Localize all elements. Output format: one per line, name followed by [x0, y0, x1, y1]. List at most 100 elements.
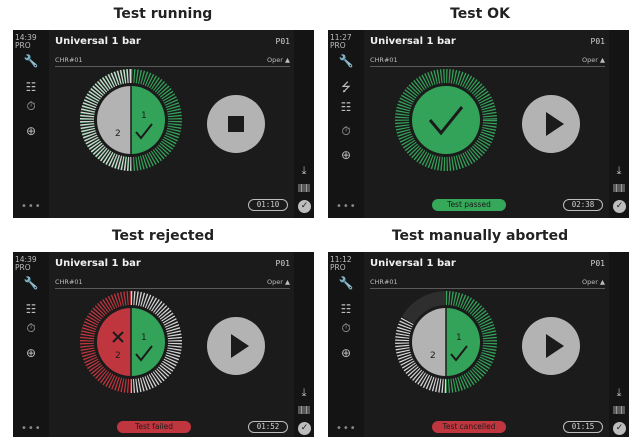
play-icon: [231, 334, 249, 358]
screen-test-rejected: 14:39 PRO 🔧 ☷ ⏱ ⊕ ••• Universal 1 bar P01…: [13, 252, 314, 437]
screen-test-running: 14:39 PRO 🔧 ☷ ⏱ ⊕ ••• Universal 1 bar P01…: [13, 30, 314, 218]
confirm-check-icon[interactable]: ✓: [613, 200, 626, 213]
left-sidebar: 11:12 PRO 🔧 ☷ ⏱ ⊕ •••: [328, 252, 364, 437]
program-number: P01: [590, 37, 605, 46]
dial-half-right: [131, 86, 165, 154]
operator-label[interactable]: Oper ▲: [267, 56, 290, 64]
divider: [55, 66, 290, 67]
network-icon[interactable]: ⭍: [338, 80, 354, 94]
screen-test-ok: 11:27 PRO 🔧 ⭍ ☷ ⏱ ⊕ ••• Universal 1 bar P…: [328, 30, 629, 218]
confirm-check-icon[interactable]: ✓: [298, 200, 311, 213]
divider: [370, 288, 605, 289]
serial-number: CHR#01: [55, 278, 83, 286]
program-number: P01: [590, 259, 605, 268]
program-title: Universal 1 bar: [370, 258, 456, 269]
step-2-label: 2: [115, 129, 121, 139]
status-badge: Test passed: [432, 199, 506, 211]
start-button[interactable]: [522, 95, 580, 153]
serial-number: CHR#01: [370, 278, 398, 286]
play-icon: [546, 112, 564, 136]
elapsed-timer: 02:38: [563, 199, 603, 211]
progress-dial: 1 2: [80, 291, 182, 393]
grid-icon[interactable]: ☷: [338, 100, 354, 114]
operator-label[interactable]: Oper ▲: [582, 278, 605, 286]
dial-half-right: [446, 308, 480, 376]
right-sidebar: ⤓ ✓: [609, 252, 629, 437]
grid-icon[interactable]: ☷: [23, 302, 39, 316]
start-button[interactable]: [207, 317, 265, 375]
program-number: P01: [275, 37, 290, 46]
zoom-icon[interactable]: ⊕: [23, 346, 39, 360]
progress-dial: 1 2: [395, 291, 497, 393]
caption-test-rejected: Test rejected: [111, 228, 215, 244]
status-badge: Test failed: [117, 421, 191, 433]
more-icon[interactable]: •••: [21, 201, 42, 212]
dial-center: [412, 86, 480, 154]
timer-icon[interactable]: ⏱: [338, 321, 354, 335]
step-1-label: 1: [141, 111, 147, 121]
serial-number: CHR#01: [370, 56, 398, 64]
user-icon: ▲: [285, 56, 290, 64]
right-sidebar: ⤓ ✓: [294, 252, 314, 437]
wrench-icon[interactable]: 🔧: [23, 276, 39, 290]
step-1-label: 1: [141, 333, 147, 343]
progress-dial: [395, 69, 497, 171]
download-icon[interactable]: ⤓: [613, 387, 625, 399]
timer-icon[interactable]: ⏱: [23, 99, 39, 113]
elapsed-timer: 01:52: [248, 421, 288, 433]
clock: 14:39 PRO: [15, 255, 37, 272]
divider: [370, 66, 605, 67]
timer-icon[interactable]: ⏱: [23, 321, 39, 335]
more-icon[interactable]: •••: [336, 423, 357, 434]
barcode-icon[interactable]: [613, 405, 625, 417]
more-icon[interactable]: •••: [336, 201, 357, 212]
confirm-check-icon[interactable]: ✓: [613, 422, 626, 435]
start-button[interactable]: [522, 317, 580, 375]
progress-dial: 1 2: [80, 69, 182, 171]
step-1-label: 1: [456, 333, 462, 343]
zoom-icon[interactable]: ⊕: [23, 124, 39, 138]
screen-test-aborted: 11:12 PRO 🔧 ☷ ⏱ ⊕ ••• Universal 1 bar P01…: [328, 252, 629, 437]
more-icon[interactable]: •••: [21, 423, 42, 434]
stop-icon: [228, 116, 244, 132]
divider: [55, 288, 290, 289]
left-sidebar: 14:39 PRO 🔧 ☷ ⏱ ⊕ •••: [13, 30, 49, 218]
stop-button[interactable]: [207, 95, 265, 153]
program-title: Universal 1 bar: [370, 36, 456, 47]
clock: 11:27 PRO: [330, 33, 352, 50]
zoom-icon[interactable]: ⊕: [338, 148, 354, 162]
operator-label[interactable]: Oper ▲: [267, 278, 290, 286]
wrench-icon[interactable]: 🔧: [338, 54, 354, 68]
user-icon: ▲: [600, 56, 605, 64]
grid-icon[interactable]: ☷: [338, 302, 354, 316]
clock: 11:12 PRO: [330, 255, 352, 272]
barcode-icon[interactable]: [613, 183, 625, 195]
program-title: Universal 1 bar: [55, 258, 141, 269]
download-icon[interactable]: ⤓: [298, 165, 310, 177]
wrench-icon[interactable]: 🔧: [338, 276, 354, 290]
barcode-icon[interactable]: [298, 405, 310, 417]
status-badge: Test cancelled: [432, 421, 506, 433]
download-icon[interactable]: ⤓: [613, 165, 625, 177]
play-icon: [546, 334, 564, 358]
timer-icon[interactable]: ⏱: [338, 124, 354, 138]
step-2-label: 2: [430, 351, 436, 361]
confirm-check-icon[interactable]: ✓: [298, 422, 311, 435]
user-icon: ▲: [285, 278, 290, 286]
right-sidebar: ⤓ ✓: [294, 30, 314, 218]
grid-icon[interactable]: ☷: [23, 80, 39, 94]
right-sidebar: ⤓ ✓: [609, 30, 629, 218]
user-icon: ▲: [600, 278, 605, 286]
step-2-label: 2: [115, 351, 121, 361]
download-icon[interactable]: ⤓: [298, 387, 310, 399]
clock: 14:39 PRO: [15, 33, 37, 50]
serial-number: CHR#01: [55, 56, 83, 64]
wrench-icon[interactable]: 🔧: [23, 54, 39, 68]
zoom-icon[interactable]: ⊕: [338, 346, 354, 360]
elapsed-timer: 01:15: [563, 421, 603, 433]
left-sidebar: 11:27 PRO 🔧 ⭍ ☷ ⏱ ⊕ •••: [328, 30, 364, 218]
barcode-icon[interactable]: [298, 183, 310, 195]
caption-test-aborted: Test manually aborted: [391, 228, 569, 244]
caption-test-running: Test running: [113, 6, 213, 22]
operator-label[interactable]: Oper ▲: [582, 56, 605, 64]
